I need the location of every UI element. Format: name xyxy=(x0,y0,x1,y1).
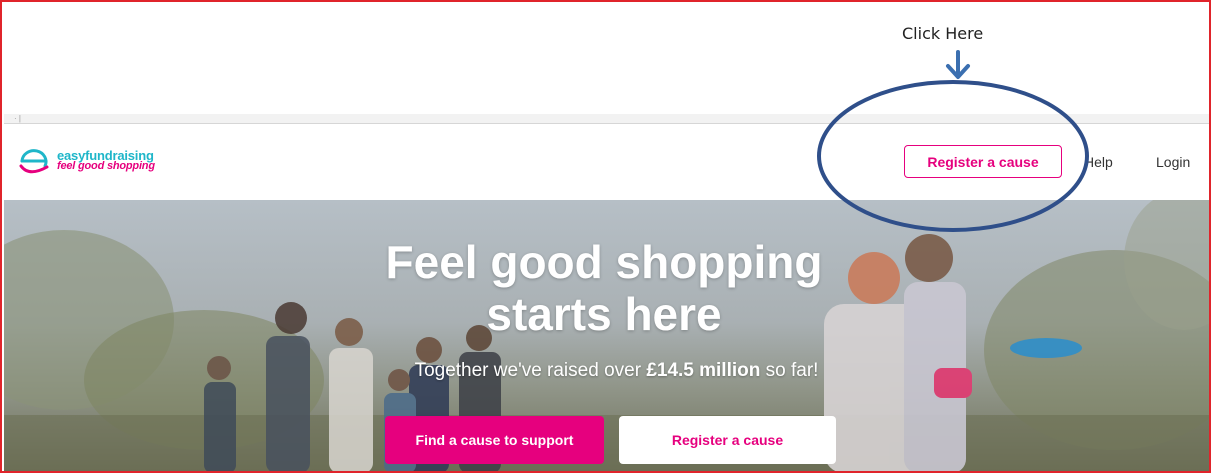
browser-strip-mark: · | xyxy=(14,114,21,123)
hero-title-line1: Feel good shopping xyxy=(385,236,823,288)
hero-title-line2: starts here xyxy=(486,288,722,340)
annotation-arrow-icon xyxy=(946,50,970,79)
logo-tagline: feel good shopping xyxy=(57,160,155,172)
logo-e-icon xyxy=(19,149,49,174)
site-header: easyfundraising feel good shopping Regis… xyxy=(4,124,1209,200)
login-link[interactable]: Login xyxy=(1156,154,1190,170)
register-cause-hero-button[interactable]: Register a cause xyxy=(619,416,836,464)
easyfundraising-logo[interactable]: easyfundraising feel good shopping xyxy=(17,147,155,175)
help-link[interactable]: Help xyxy=(1084,154,1113,170)
browser-toolbar-strip: · | xyxy=(4,114,1209,124)
hero-subtitle: Together we've raised over £14.5 million… xyxy=(344,360,889,382)
hero-banner: Feel good shopping starts here Together … xyxy=(4,200,1209,471)
find-cause-button[interactable]: Find a cause to support xyxy=(385,416,604,464)
annotation-click-here: Click Here xyxy=(902,24,984,43)
hero-subtitle-amount: £14.5 million xyxy=(646,360,761,381)
hero-subtitle-prefix: Together we've raised over xyxy=(414,360,647,381)
hero-title: Feel good shopping starts here xyxy=(344,236,864,340)
hero-subtitle-suffix: so far! xyxy=(760,360,819,381)
register-cause-nav-button[interactable]: Register a cause xyxy=(904,145,1062,178)
screenshot-frame: Click Here · | easyfundraising feel good… xyxy=(0,0,1211,473)
